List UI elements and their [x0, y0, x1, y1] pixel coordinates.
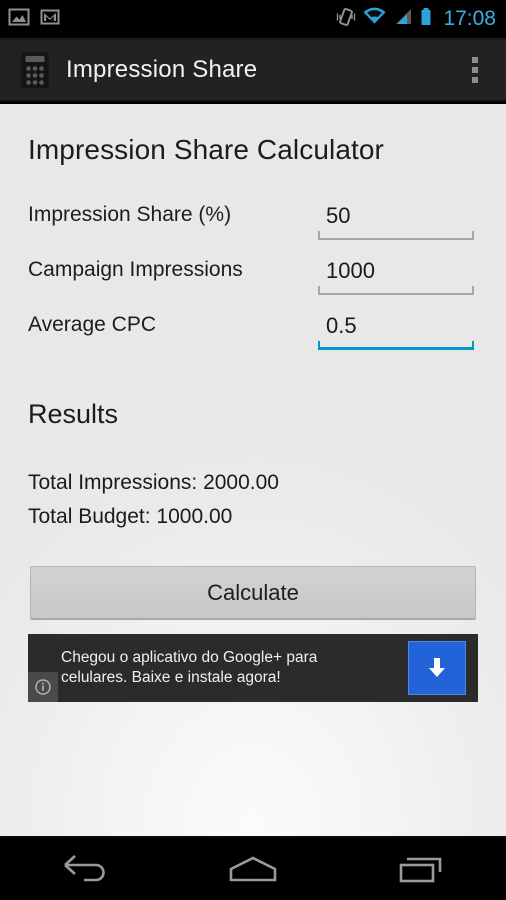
field-wrap-average-cpc [318, 308, 474, 353]
label-campaign-impressions: Campaign Impressions [28, 258, 243, 281]
form-row-impression-share: Impression Share (%) [0, 198, 506, 253]
info-icon[interactable] [28, 672, 58, 702]
form-row-average-cpc: Average CPC [0, 308, 506, 363]
result-total-impressions: Total Impressions: 2000.00 [28, 471, 279, 494]
gmail-icon [39, 6, 61, 33]
main-content: Impression Share Calculator Impression S… [0, 104, 506, 838]
android-screen: 17:08 Impression Share Impression Share … [0, 0, 506, 900]
action-bar: Impression Share [0, 40, 506, 102]
download-arrow-icon[interactable] [408, 641, 466, 695]
average-cpc-input[interactable] [318, 308, 474, 344]
cell-signal-icon [393, 6, 413, 33]
calculate-button[interactable]: Calculate [30, 566, 476, 620]
battery-icon [419, 6, 433, 33]
recents-button[interactable] [367, 838, 477, 900]
form-row-campaign-impressions: Campaign Impressions [0, 253, 506, 308]
label-average-cpc: Average CPC [28, 313, 157, 336]
field-wrap-impression-share [318, 198, 474, 243]
navigation-bar [0, 838, 506, 900]
overflow-menu-icon[interactable] [458, 47, 492, 93]
status-bar: 17:08 [0, 0, 506, 38]
page-title: Impression Share Calculator [28, 134, 384, 165]
ad-text-line-2: celulares. Baixe e instale agora! [61, 669, 281, 686]
calculator-icon[interactable] [20, 51, 50, 89]
calculator-form: Impression Share (%) Campaign Impression… [0, 198, 506, 363]
label-impression-share: Impression Share (%) [28, 203, 232, 226]
ad-banner[interactable]: Chegou o aplicativo do Google+ para celu… [28, 634, 478, 702]
status-bar-notifications [8, 6, 61, 33]
results-list: Total Impressions: 2000.00 Total Budget:… [28, 466, 279, 534]
overflow-dot [472, 67, 478, 73]
ad-text-line-1: Chegou o aplicativo do Google+ para [61, 649, 318, 666]
result-total-budget: Total Budget: 1000.00 [28, 505, 233, 528]
status-bar-clock: 17:08 [443, 7, 496, 30]
status-bar-system-icons: 17:08 [336, 6, 496, 33]
impression-share-input[interactable] [318, 198, 474, 234]
gallery-photo-icon [8, 6, 30, 33]
overflow-dot [472, 57, 478, 63]
vibrate-icon [336, 6, 356, 33]
action-bar-title: Impression Share [66, 56, 258, 83]
ad-text: Chegou o aplicativo do Google+ para celu… [61, 648, 317, 688]
results-heading: Results [28, 399, 119, 429]
overflow-dot [472, 77, 478, 83]
back-button[interactable] [29, 838, 139, 900]
field-wrap-campaign-impressions [318, 253, 474, 298]
wifi-icon [362, 6, 387, 33]
campaign-impressions-input[interactable] [318, 253, 474, 289]
home-button[interactable] [198, 838, 308, 900]
